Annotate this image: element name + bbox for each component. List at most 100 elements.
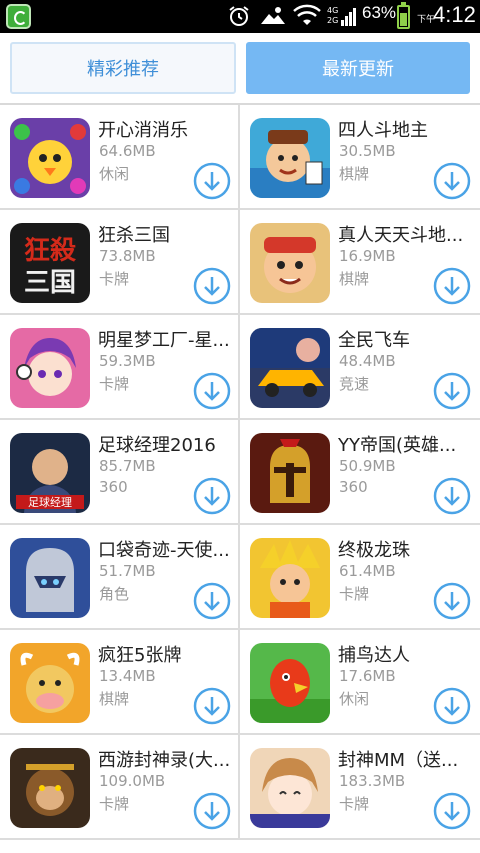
- download-icon[interactable]: [433, 477, 471, 515]
- app-size: 50.9MB: [339, 457, 396, 475]
- candy-chick-icon[interactable]: [10, 118, 90, 198]
- app-list-item[interactable]: 终极龙珠 61.4MB 卡牌: [240, 525, 480, 630]
- network-type-top: 4G: [327, 6, 339, 15]
- tab-latest-updates[interactable]: 最新更新: [246, 42, 470, 94]
- app-list-item[interactable]: 明星梦工厂-星... 59.3MB 卡牌: [0, 315, 240, 420]
- download-icon[interactable]: [433, 582, 471, 620]
- app-name: 狂杀三国: [98, 225, 170, 246]
- app-category: 卡牌: [99, 270, 130, 288]
- app-list-item[interactable]: 封神MM（送... 183.3MB 卡牌: [240, 735, 480, 840]
- app-size: 64.6MB: [99, 142, 156, 160]
- app-size: 48.4MB: [339, 352, 396, 370]
- app-notification-icon: [6, 4, 31, 29]
- app-name: 封神MM（送...: [338, 750, 459, 771]
- app-list-item[interactable]: 开心消消乐 64.6MB 休闲: [0, 105, 240, 210]
- download-icon[interactable]: [433, 162, 471, 200]
- app-category: 棋牌: [339, 165, 370, 183]
- anime-girl-icon[interactable]: [10, 328, 90, 408]
- monkey-king-icon[interactable]: [10, 748, 90, 828]
- download-icon[interactable]: [193, 792, 231, 830]
- download-icon[interactable]: [193, 372, 231, 410]
- app-list-item[interactable]: 足球经理 足球经理2016 85.7MB 360: [0, 420, 240, 525]
- race-car-icon[interactable]: [250, 328, 330, 408]
- image-notification-icon: [261, 7, 285, 24]
- app-name: 全民飞车: [338, 330, 410, 351]
- alarm-icon: [229, 6, 249, 26]
- app-name: 开心消消乐: [98, 120, 188, 141]
- app-category: 棋牌: [339, 270, 370, 288]
- football-player-icon[interactable]: 足球经理: [10, 433, 90, 513]
- app-size: 16.9MB: [339, 247, 396, 265]
- app-name: 四人斗地主: [338, 120, 428, 141]
- three-kingdoms-icon[interactable]: 狂殺 三国: [10, 223, 90, 303]
- app-name: 足球经理2016: [98, 435, 216, 456]
- app-name: 明星梦工厂-星...: [98, 330, 230, 351]
- poker-boy-icon[interactable]: [250, 118, 330, 198]
- app-size: 59.3MB: [99, 352, 156, 370]
- svg-text:狂殺: 狂殺: [24, 236, 77, 266]
- knight-icon[interactable]: [10, 538, 90, 618]
- cute-girl-icon[interactable]: [250, 748, 330, 828]
- app-list-item[interactable]: 疯狂5张牌 13.4MB 棋牌: [0, 630, 240, 735]
- app-list-item[interactable]: YY帝国(英雄... 50.9MB 360: [240, 420, 480, 525]
- app-name: YY帝国(英雄...: [338, 435, 457, 456]
- bull-icon[interactable]: [10, 643, 90, 723]
- download-icon[interactable]: [193, 162, 231, 200]
- app-size: 17.6MB: [339, 667, 396, 685]
- app-size: 61.4MB: [339, 562, 396, 580]
- app-category: 卡牌: [339, 795, 370, 813]
- signal-icon: [341, 8, 356, 26]
- download-icon[interactable]: [193, 687, 231, 725]
- app-size: 51.7MB: [99, 562, 156, 580]
- battery-percent: 63%: [362, 3, 397, 22]
- app-size: 85.7MB: [99, 457, 156, 475]
- status-bar: 4G 2G 63% 下午 4:12: [0, 0, 480, 33]
- battery-icon: [397, 2, 410, 29]
- app-name: 真人天天斗地...: [338, 225, 464, 246]
- app-category: 卡牌: [339, 585, 370, 603]
- svg-text:足球经理: 足球经理: [28, 495, 72, 509]
- app-category: 卡牌: [99, 795, 130, 813]
- app-category: 竞速: [339, 375, 370, 393]
- download-icon[interactable]: [193, 582, 231, 620]
- app-category: 角色: [99, 585, 130, 603]
- app-name: 捕鸟达人: [338, 645, 410, 666]
- spartan-helmet-icon[interactable]: [250, 433, 330, 513]
- app-size: 109.0MB: [99, 772, 166, 790]
- download-icon[interactable]: [433, 687, 471, 725]
- app-category: 休闲: [339, 690, 370, 708]
- app-list-item[interactable]: 真人天天斗地... 16.9MB 棋牌: [240, 210, 480, 315]
- app-category: 棋牌: [99, 690, 130, 708]
- app-list-item[interactable]: 口袋奇迹-天使... 51.7MB 角色: [0, 525, 240, 630]
- app-list-item[interactable]: 西游封神录(大... 109.0MB 卡牌: [0, 735, 240, 840]
- wifi-icon: [293, 4, 321, 25]
- dragon-warrior-icon[interactable]: [250, 538, 330, 618]
- app-category: 360: [339, 478, 368, 496]
- app-list-item[interactable]: 狂殺 三国 狂杀三国 73.8MB 卡牌: [0, 210, 240, 315]
- app-name: 疯狂5张牌: [98, 645, 182, 666]
- clock-time: 4:12: [433, 2, 476, 27]
- app-size: 30.5MB: [339, 142, 396, 160]
- app-category: 休闲: [99, 165, 130, 183]
- svg-text:三国: 三国: [24, 268, 76, 298]
- peasant-boy-icon[interactable]: [250, 223, 330, 303]
- app-list-item[interactable]: 四人斗地主 30.5MB 棋牌: [240, 105, 480, 210]
- download-icon[interactable]: [433, 267, 471, 305]
- app-list-item[interactable]: 全民飞车 48.4MB 竞速: [240, 315, 480, 420]
- battery-level: [400, 13, 407, 26]
- parrot-icon[interactable]: [250, 643, 330, 723]
- app-size: 183.3MB: [339, 772, 406, 790]
- network-type: 4G 2G: [327, 6, 338, 26]
- download-icon[interactable]: [193, 477, 231, 515]
- app-category: 360: [99, 478, 128, 496]
- app-list-item[interactable]: 捕鸟达人 17.6MB 休闲: [240, 630, 480, 735]
- app-size: 73.8MB: [99, 247, 156, 265]
- app-category: 卡牌: [99, 375, 130, 393]
- tab-bar: 精彩推荐 最新更新: [0, 33, 480, 101]
- download-icon[interactable]: [193, 267, 231, 305]
- download-icon[interactable]: [433, 372, 471, 410]
- app-name: 口袋奇迹-天使...: [98, 540, 230, 561]
- app-name: 终极龙珠: [338, 540, 410, 561]
- download-icon[interactable]: [433, 792, 471, 830]
- tab-featured[interactable]: 精彩推荐: [10, 42, 236, 94]
